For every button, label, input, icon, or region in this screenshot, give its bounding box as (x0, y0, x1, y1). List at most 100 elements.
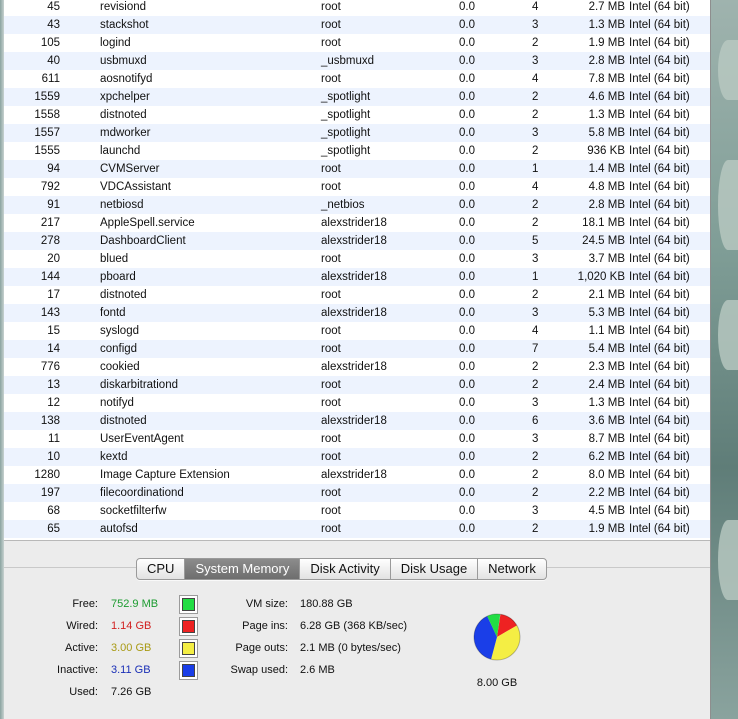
process-memory: 6.2 MB (588, 451, 625, 463)
process-id: 105 (40, 37, 60, 49)
process-id: 1280 (34, 469, 60, 481)
table-row[interactable]: 792 VDCAssistant root 0.0 4 4.8 MB Intel (64 b… (4, 178, 710, 196)
process-name: CVMServer (100, 163, 160, 175)
free-color-swatch[interactable] (182, 598, 195, 611)
process-user: _spotlight (321, 91, 371, 103)
process-threads: 6 (532, 415, 539, 427)
process-cpu: 0.0 (459, 91, 475, 103)
process-threads: 2 (532, 469, 539, 481)
table-row[interactable]: 40 usbmuxd _usbmuxd 0.0 3 2.8 MB Intel (64 bit… (4, 52, 710, 70)
process-kind: Intel (64 bit) (629, 361, 690, 373)
inactive-color-swatch[interactable] (182, 664, 195, 677)
process-cpu: 0.0 (459, 487, 475, 499)
process-id: 138 (40, 415, 60, 427)
process-id: 91 (47, 199, 60, 211)
process-name: DashboardClient (100, 235, 186, 247)
process-kind: Intel (64 bit) (629, 127, 690, 139)
table-row[interactable]: 197 filecoordinationd root 0.0 2 2.2 MB Intel … (4, 484, 710, 502)
table-row[interactable]: 13 diskarbitrationd root 0.0 2 2.4 MB Intel (6… (4, 376, 710, 394)
wired-label: Wired: (66, 620, 98, 632)
tab-network[interactable]: Network (478, 559, 546, 579)
table-row[interactable]: 138 distnoted alexstrider18 0.0 6 3.6 MB Intel… (4, 412, 710, 430)
process-id: 14 (47, 343, 60, 355)
process-cpu: 0.0 (459, 379, 475, 391)
active-color-swatch[interactable] (182, 642, 195, 655)
process-kind: Intel (64 bit) (629, 325, 690, 337)
process-cpu: 0.0 (459, 37, 475, 49)
process-memory: 4.5 MB (588, 505, 625, 517)
process-id: 1557 (34, 127, 60, 139)
tab-disk-activity[interactable]: Disk Activity (300, 559, 391, 579)
table-row[interactable]: 1557 mdworker _spotlight 0.0 3 5.8 MB Intel (6… (4, 124, 710, 142)
table-row[interactable]: 1555 launchd _spotlight 0.0 2 936 KB Intel (64… (4, 142, 710, 160)
table-row[interactable]: 91 netbiosd _netbios 0.0 2 2.8 MB Intel (64 bi… (4, 196, 710, 214)
table-row[interactable]: 776 cookied alexstrider18 0.0 2 2.3 MB Intel (… (4, 358, 710, 376)
tab-system-memory[interactable]: System Memory (185, 559, 301, 579)
process-user: root (321, 19, 341, 31)
tab-disk-usage[interactable]: Disk Usage (391, 559, 479, 579)
process-threads: 2 (532, 487, 539, 499)
table-row[interactable]: 20 blued root 0.0 3 3.7 MB Intel (64 bit) (4, 250, 710, 268)
table-row[interactable]: 1558 distnoted _spotlight 0.0 2 1.3 MB Intel (… (4, 106, 710, 124)
used-value: 7.26 GB (111, 686, 152, 698)
process-kind: Intel (64 bit) (629, 145, 690, 157)
process-user: root (321, 181, 341, 193)
process-memory: 2.1 MB (588, 289, 625, 301)
process-cpu: 0.0 (459, 289, 475, 301)
process-cpu: 0.0 (459, 1, 475, 13)
process-id: 278 (40, 235, 60, 247)
table-row[interactable]: 11 UserEventAgent root 0.0 3 8.7 MB Intel (64 … (4, 430, 710, 448)
process-user: root (321, 397, 341, 409)
process-kind: Intel (64 bit) (629, 451, 690, 463)
process-threads: 2 (532, 37, 539, 49)
table-row[interactable]: 144 pboard alexstrider18 0.0 1 1,020 KB Intel … (4, 268, 710, 286)
table-row[interactable]: 217 AppleSpell.service alexstrider18 0.0 2 18… (4, 214, 710, 232)
process-threads: 2 (532, 379, 539, 391)
process-name: syslogd (100, 325, 139, 337)
table-row[interactable]: 611 aosnotifyd root 0.0 4 7.8 MB Intel (64 bit… (4, 70, 710, 88)
table-row[interactable]: 43 stackshot root 0.0 3 1.3 MB Intel (64 bit) (4, 16, 710, 34)
process-kind: Intel (64 bit) (629, 91, 690, 103)
process-id: 143 (40, 307, 60, 319)
table-row[interactable]: 1280 Image Capture Extension alexstrider18… (4, 466, 710, 484)
process-id: 197 (40, 487, 60, 499)
page-ins-label: Page ins: (242, 620, 288, 632)
process-kind: Intel (64 bit) (629, 19, 690, 31)
table-row[interactable]: 14 configd root 0.0 7 5.4 MB Intel (64 bit) (4, 340, 710, 358)
table-row[interactable]: 17 distnoted root 0.0 2 2.1 MB Intel (64 bit) (4, 286, 710, 304)
inactive-value: 3.11 GB (111, 664, 151, 676)
page-outs-value: 2.1 MB (0 bytes/sec) (300, 642, 401, 654)
process-user: root (321, 253, 341, 265)
table-row[interactable]: 10 kextd root 0.0 2 6.2 MB Intel (64 bit) (4, 448, 710, 466)
process-cpu: 0.0 (459, 451, 475, 463)
process-user: root (321, 325, 341, 337)
wired-color-swatch[interactable] (182, 620, 195, 633)
process-memory: 5.3 MB (588, 307, 625, 319)
process-kind: Intel (64 bit) (629, 73, 690, 85)
process-user: _spotlight (321, 127, 371, 139)
total-memory-value: 8.00 GB (476, 677, 518, 689)
table-row[interactable]: 68 socketfilterfw root 0.0 3 4.5 MB Intel (64 … (4, 502, 710, 520)
process-name: UserEventAgent (100, 433, 184, 445)
table-row[interactable]: 15 syslogd root 0.0 4 1.1 MB Intel (64 bit) (4, 322, 710, 340)
process-memory: 4.8 MB (588, 181, 625, 193)
process-memory: 1.1 MB (588, 325, 625, 337)
tab-cpu[interactable]: CPU (137, 559, 186, 579)
table-row[interactable]: 65 autofsd root 0.0 2 1.9 MB Intel (64 bit) (4, 520, 710, 538)
process-id: 1555 (34, 145, 60, 157)
table-row[interactable]: 143 fontd alexstrider18 0.0 3 5.3 MB Intel (64… (4, 304, 710, 322)
swap-used-label: Swap used: (230, 664, 288, 676)
process-kind: Intel (64 bit) (629, 37, 690, 49)
table-row[interactable]: 278 DashboardClient alexstrider18 0.0 5 24.5 … (4, 232, 710, 250)
table-row[interactable]: 45 revisiond root 0.0 4 2.7 MB Intel (64 bit) (4, 0, 710, 16)
process-id: 1558 (34, 109, 60, 121)
free-value: 752.9 MB (111, 598, 159, 610)
table-row[interactable]: 105 logind root 0.0 2 1.9 MB Intel (64 bit) (4, 34, 710, 52)
process-threads: 2 (532, 361, 539, 373)
process-name: aosnotifyd (100, 73, 153, 85)
process-threads: 2 (532, 109, 539, 121)
table-row[interactable]: 12 notifyd root 0.0 3 1.3 MB Intel (64 bit) (4, 394, 710, 412)
process-user: alexstrider18 (321, 271, 387, 283)
table-row[interactable]: 94 CVMServer root 0.0 1 1.4 MB Intel (64 bit) (4, 160, 710, 178)
table-row[interactable]: 1559 xpchelper _spotlight 0.0 2 4.6 MB Intel (… (4, 88, 710, 106)
